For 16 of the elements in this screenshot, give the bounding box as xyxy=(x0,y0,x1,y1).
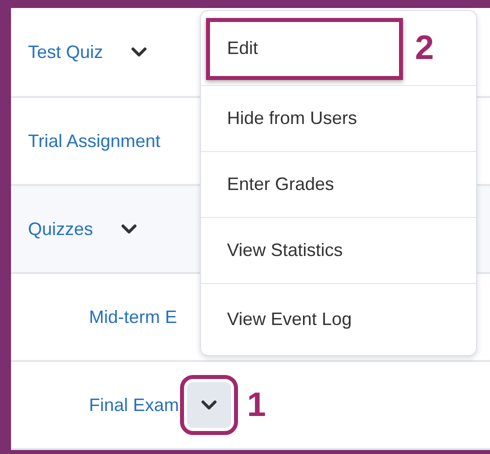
item-link[interactable]: Test Quiz xyxy=(28,42,104,62)
chevron-icon xyxy=(121,224,138,234)
callout-number: 1 xyxy=(247,386,266,424)
item-link[interactable]: Trial Assignment xyxy=(28,130,160,152)
item-link[interactable]: Quizzes xyxy=(28,218,94,240)
item-link[interactable]: Mid-term E xyxy=(89,306,178,328)
menu-item[interactable]: Edit 2 xyxy=(201,11,476,85)
chevron-icon xyxy=(131,47,148,57)
callout-number: 2 xyxy=(415,29,434,68)
chevron-icon xyxy=(201,400,218,410)
menu-item[interactable]: View Statistics xyxy=(201,217,476,283)
menu-item[interactable]: Enter Grades xyxy=(201,151,476,217)
menu-item[interactable]: Hide from Users xyxy=(201,85,476,151)
item-link[interactable]: Final Exam xyxy=(89,394,180,416)
menu-button[interactable] xyxy=(187,382,232,428)
menu-item[interactable]: View Event Log xyxy=(201,283,476,355)
